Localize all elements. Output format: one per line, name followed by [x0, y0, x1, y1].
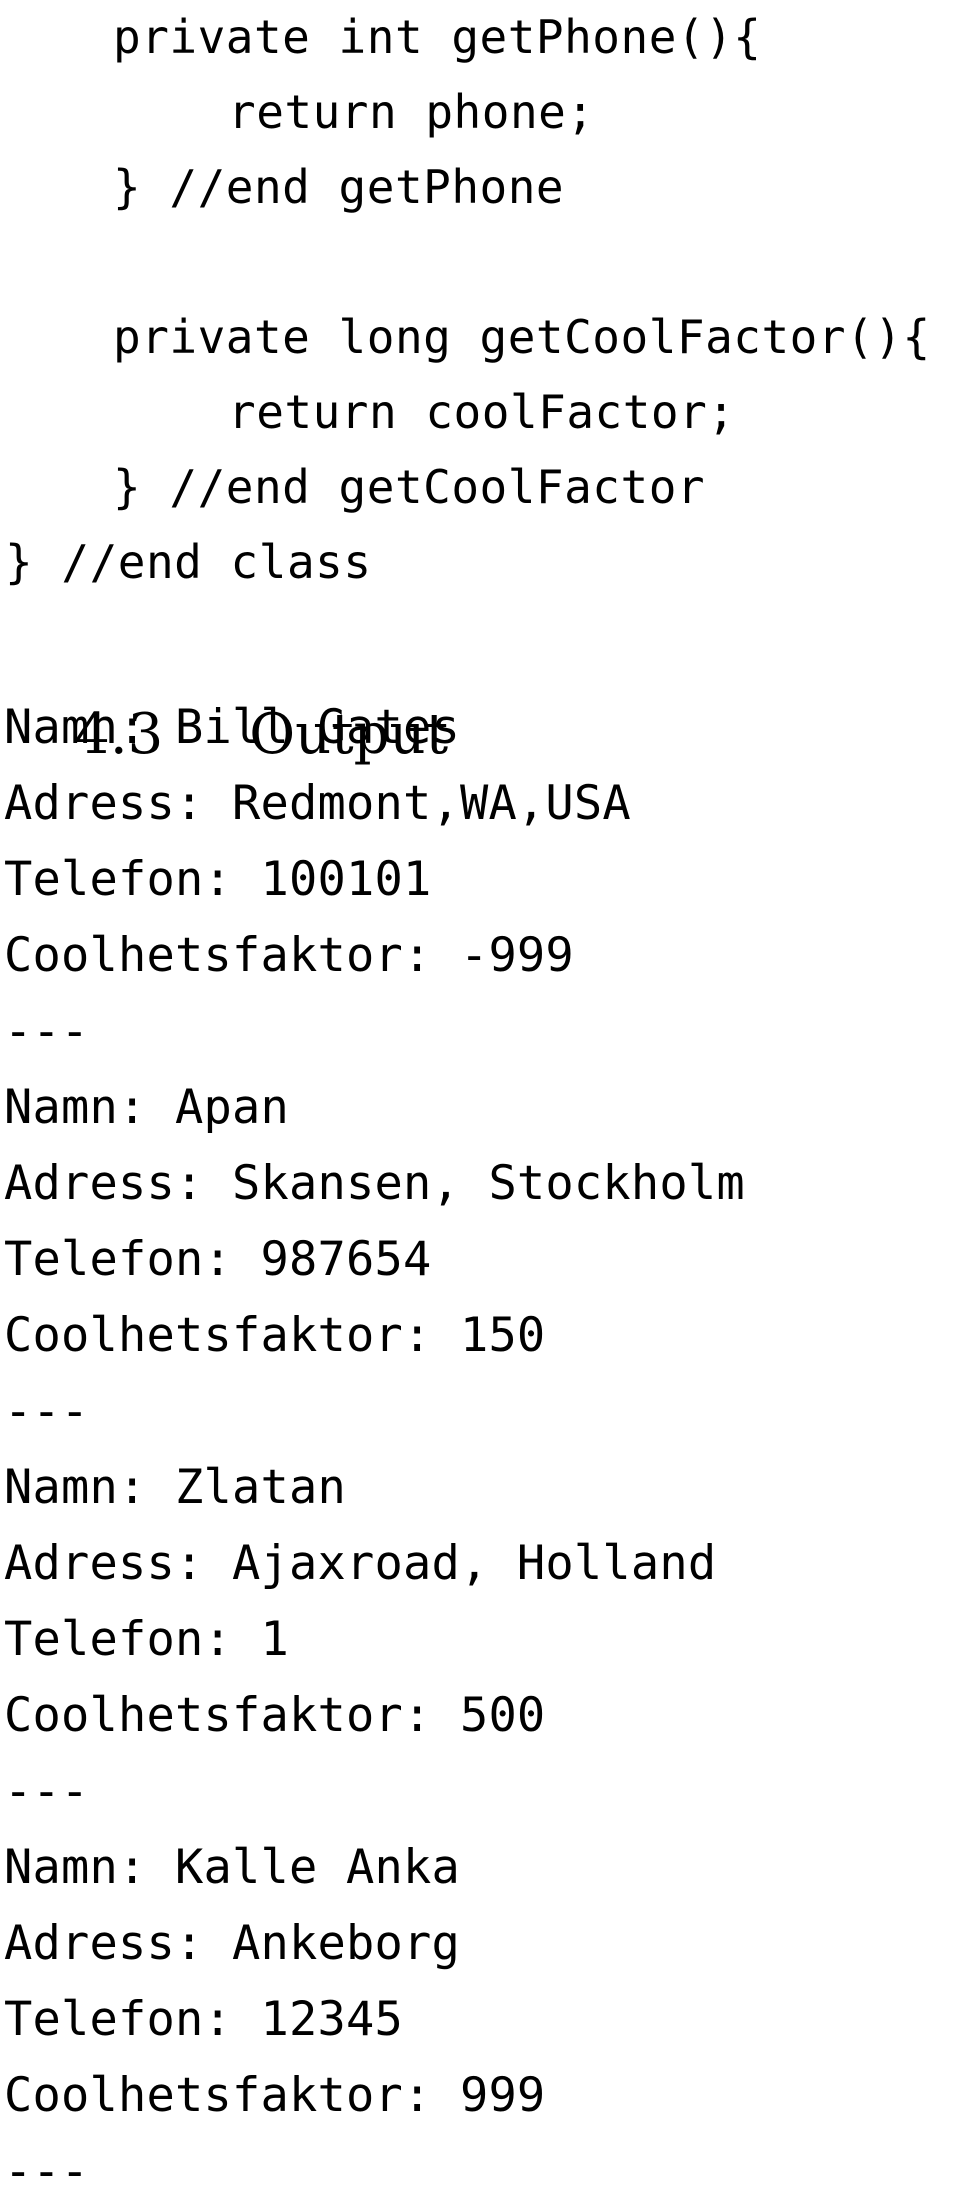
output-line: Namn: Bill Gates	[4, 700, 460, 755]
code-line: private int getPhone(){	[113, 10, 762, 64]
code-line: return phone;	[228, 85, 595, 139]
code-line: } //end getCoolFactor	[113, 460, 706, 514]
output-line: Namn: Apan	[4, 1080, 289, 1135]
code-line: return coolFactor;	[228, 385, 736, 439]
output-line: Coolhetsfaktor: 150	[4, 1308, 546, 1363]
output-line: Adress: Ajaxroad, Holland	[4, 1536, 717, 1591]
output-line: Namn: Zlatan	[4, 1460, 346, 1515]
output-line: Adress: Skansen, Stockholm	[4, 1156, 745, 1211]
output-line: Coolhetsfaktor: -999	[4, 928, 574, 983]
output-record-separator: ---	[4, 1384, 89, 1439]
code-line: } //end class	[5, 535, 372, 589]
output-line: Telefon: 12345	[4, 1992, 403, 2047]
output-record-separator: ---	[4, 2144, 89, 2199]
code-line: private long getCoolFactor(){	[113, 310, 931, 364]
code-listing: private int getPhone(){ return phone; } //…	[0, 0, 960, 600]
output-line: Coolhetsfaktor: 500	[4, 1688, 546, 1743]
document-page: private int getPhone(){ return phone; } //…	[0, 0, 960, 2199]
output-record-separator: ---	[4, 1764, 89, 1819]
output-line: Namn: Kalle Anka	[4, 1840, 460, 1895]
output-line: Coolhetsfaktor: 999	[4, 2068, 546, 2123]
output-line: Adress: Ankeborg	[4, 1916, 460, 1971]
output-line: Telefon: 987654	[4, 1232, 432, 1287]
output-record-separator: ---	[4, 1004, 89, 1059]
output-line: Adress: Redmont,WA,USA	[4, 776, 631, 831]
output-line: Telefon: 1	[4, 1612, 289, 1667]
code-line: } //end getPhone	[113, 160, 565, 214]
output-line: Telefon: 100101	[4, 852, 432, 907]
program-output-block: Namn: Bill Gates Adress: Redmont,WA,USA Te…	[4, 690, 960, 2210]
